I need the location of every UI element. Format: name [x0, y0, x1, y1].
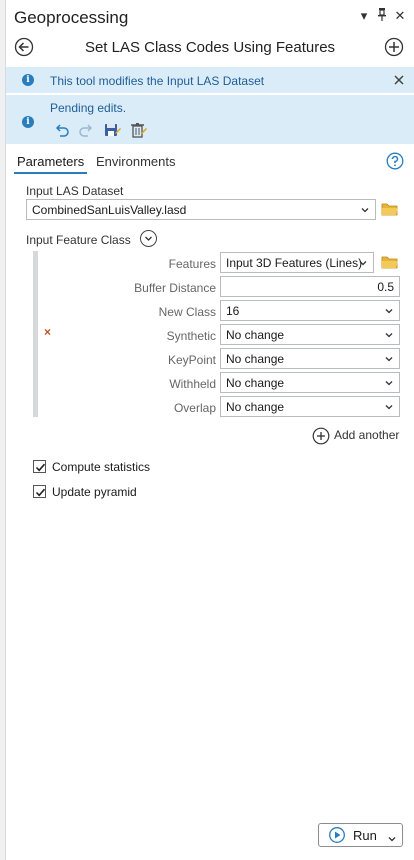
modifies-input-message: This tool modifies the Input LAS Dataset	[50, 74, 265, 88]
tab-parameters[interactable]: Parameters	[13, 154, 88, 174]
redo-icon[interactable]	[78, 122, 96, 138]
checkmark-icon	[35, 488, 46, 497]
discard-edits-icon[interactable]	[130, 122, 148, 138]
new-class-value: 16	[226, 304, 240, 318]
features-value: Input 3D Features (Lines)	[226, 256, 363, 270]
add-circle-icon	[312, 427, 330, 450]
close-banner-icon[interactable]	[394, 72, 404, 88]
input-las-label: Input LAS Dataset	[26, 184, 124, 198]
new-class-label: New Class	[158, 305, 216, 319]
tool-header: Set LAS Class Codes Using Features	[6, 34, 414, 64]
chevron-down-icon	[358, 257, 368, 267]
tool-title: Set LAS Class Codes Using Features	[84, 39, 336, 56]
synthetic-value: No change	[226, 328, 285, 342]
withheld-value: No change	[226, 376, 285, 390]
pending-edits-message: Pending edits.	[50, 101, 127, 115]
close-pane-icon[interactable]: ✕	[392, 8, 408, 24]
chevron-down-icon	[384, 353, 394, 363]
modifies-input-banner: i This tool modifies the Input LAS Datas…	[6, 67, 414, 94]
pane-title: Geoprocessing	[14, 8, 129, 27]
buffer-distance-input[interactable]: 0.5	[220, 276, 400, 297]
synthetic-label: Synthetic	[166, 329, 216, 343]
play-icon	[329, 827, 345, 843]
keypoint-value: No change	[226, 352, 285, 366]
add-another-label: Add another	[334, 428, 400, 442]
save-edits-icon[interactable]	[104, 122, 122, 138]
update-pyramid-checkbox[interactable]	[33, 485, 46, 498]
geoprocessing-pane: Geoprocessing ▾ ✕ Set LAS Class Codes Us…	[6, 0, 414, 860]
update-pyramid-label: Update pyramid	[52, 485, 137, 499]
withheld-label: Withheld	[169, 377, 216, 391]
chevron-down-icon	[384, 329, 394, 339]
run-button[interactable]: Run	[318, 823, 403, 847]
error-x-icon: ×	[44, 325, 52, 339]
chevron-down-icon	[384, 401, 394, 411]
browse-folder-icon[interactable]	[381, 255, 399, 269]
chevron-down-icon	[384, 305, 394, 315]
keypoint-dropdown[interactable]: No change	[220, 348, 400, 369]
compute-statistics-checkbox[interactable]	[33, 460, 46, 473]
checkmark-icon	[35, 463, 46, 472]
buffer-distance-label: Buffer Distance	[134, 281, 216, 295]
overlap-dropdown[interactable]: No change	[220, 396, 400, 417]
collapse-chevron-icon[interactable]	[140, 230, 157, 247]
new-class-dropdown[interactable]: 16	[220, 300, 400, 321]
help-icon[interactable]	[386, 152, 404, 170]
back-arrow-icon[interactable]	[14, 37, 34, 57]
input-las-value: CombinedSanLuisValley.lasd	[32, 203, 187, 217]
browse-folder-icon[interactable]	[381, 202, 399, 216]
pane-menu-chevron-icon[interactable]: ▾	[356, 8, 372, 24]
run-options-chevron-icon[interactable]	[387, 831, 397, 842]
keypoint-label: KeyPoint	[167, 353, 216, 367]
synthetic-dropdown[interactable]: No change	[220, 324, 400, 345]
input-las-dropdown[interactable]: CombinedSanLuisValley.lasd	[26, 199, 376, 220]
input-feature-class-label: Input Feature Class	[26, 233, 131, 247]
withheld-dropdown[interactable]: No change	[220, 372, 400, 393]
tab-environments[interactable]: Environments	[96, 154, 175, 169]
pane-titlebar: Geoprocessing ▾ ✕	[6, 0, 414, 34]
overlap-label: Overlap	[173, 401, 216, 415]
value-table-bar	[33, 251, 38, 417]
pin-icon[interactable]	[374, 8, 390, 24]
info-icon: i	[22, 74, 34, 86]
pane-tabs: Parameters Environments	[6, 152, 414, 176]
overlap-value: No change	[226, 400, 285, 414]
chevron-down-icon	[384, 377, 394, 387]
features-dropdown[interactable]: Input 3D Features (Lines)	[220, 252, 374, 273]
chevron-down-icon	[360, 204, 370, 214]
features-label: Features	[168, 257, 216, 271]
pending-edits-banner: i Pending edits.	[6, 95, 414, 144]
undo-icon[interactable]	[54, 122, 72, 138]
buffer-distance-value: 0.5	[377, 280, 394, 294]
run-label: Run	[353, 828, 377, 843]
compute-statistics-label: Compute statistics	[52, 460, 151, 474]
info-icon: i	[22, 116, 34, 128]
add-tool-icon[interactable]	[384, 37, 404, 57]
